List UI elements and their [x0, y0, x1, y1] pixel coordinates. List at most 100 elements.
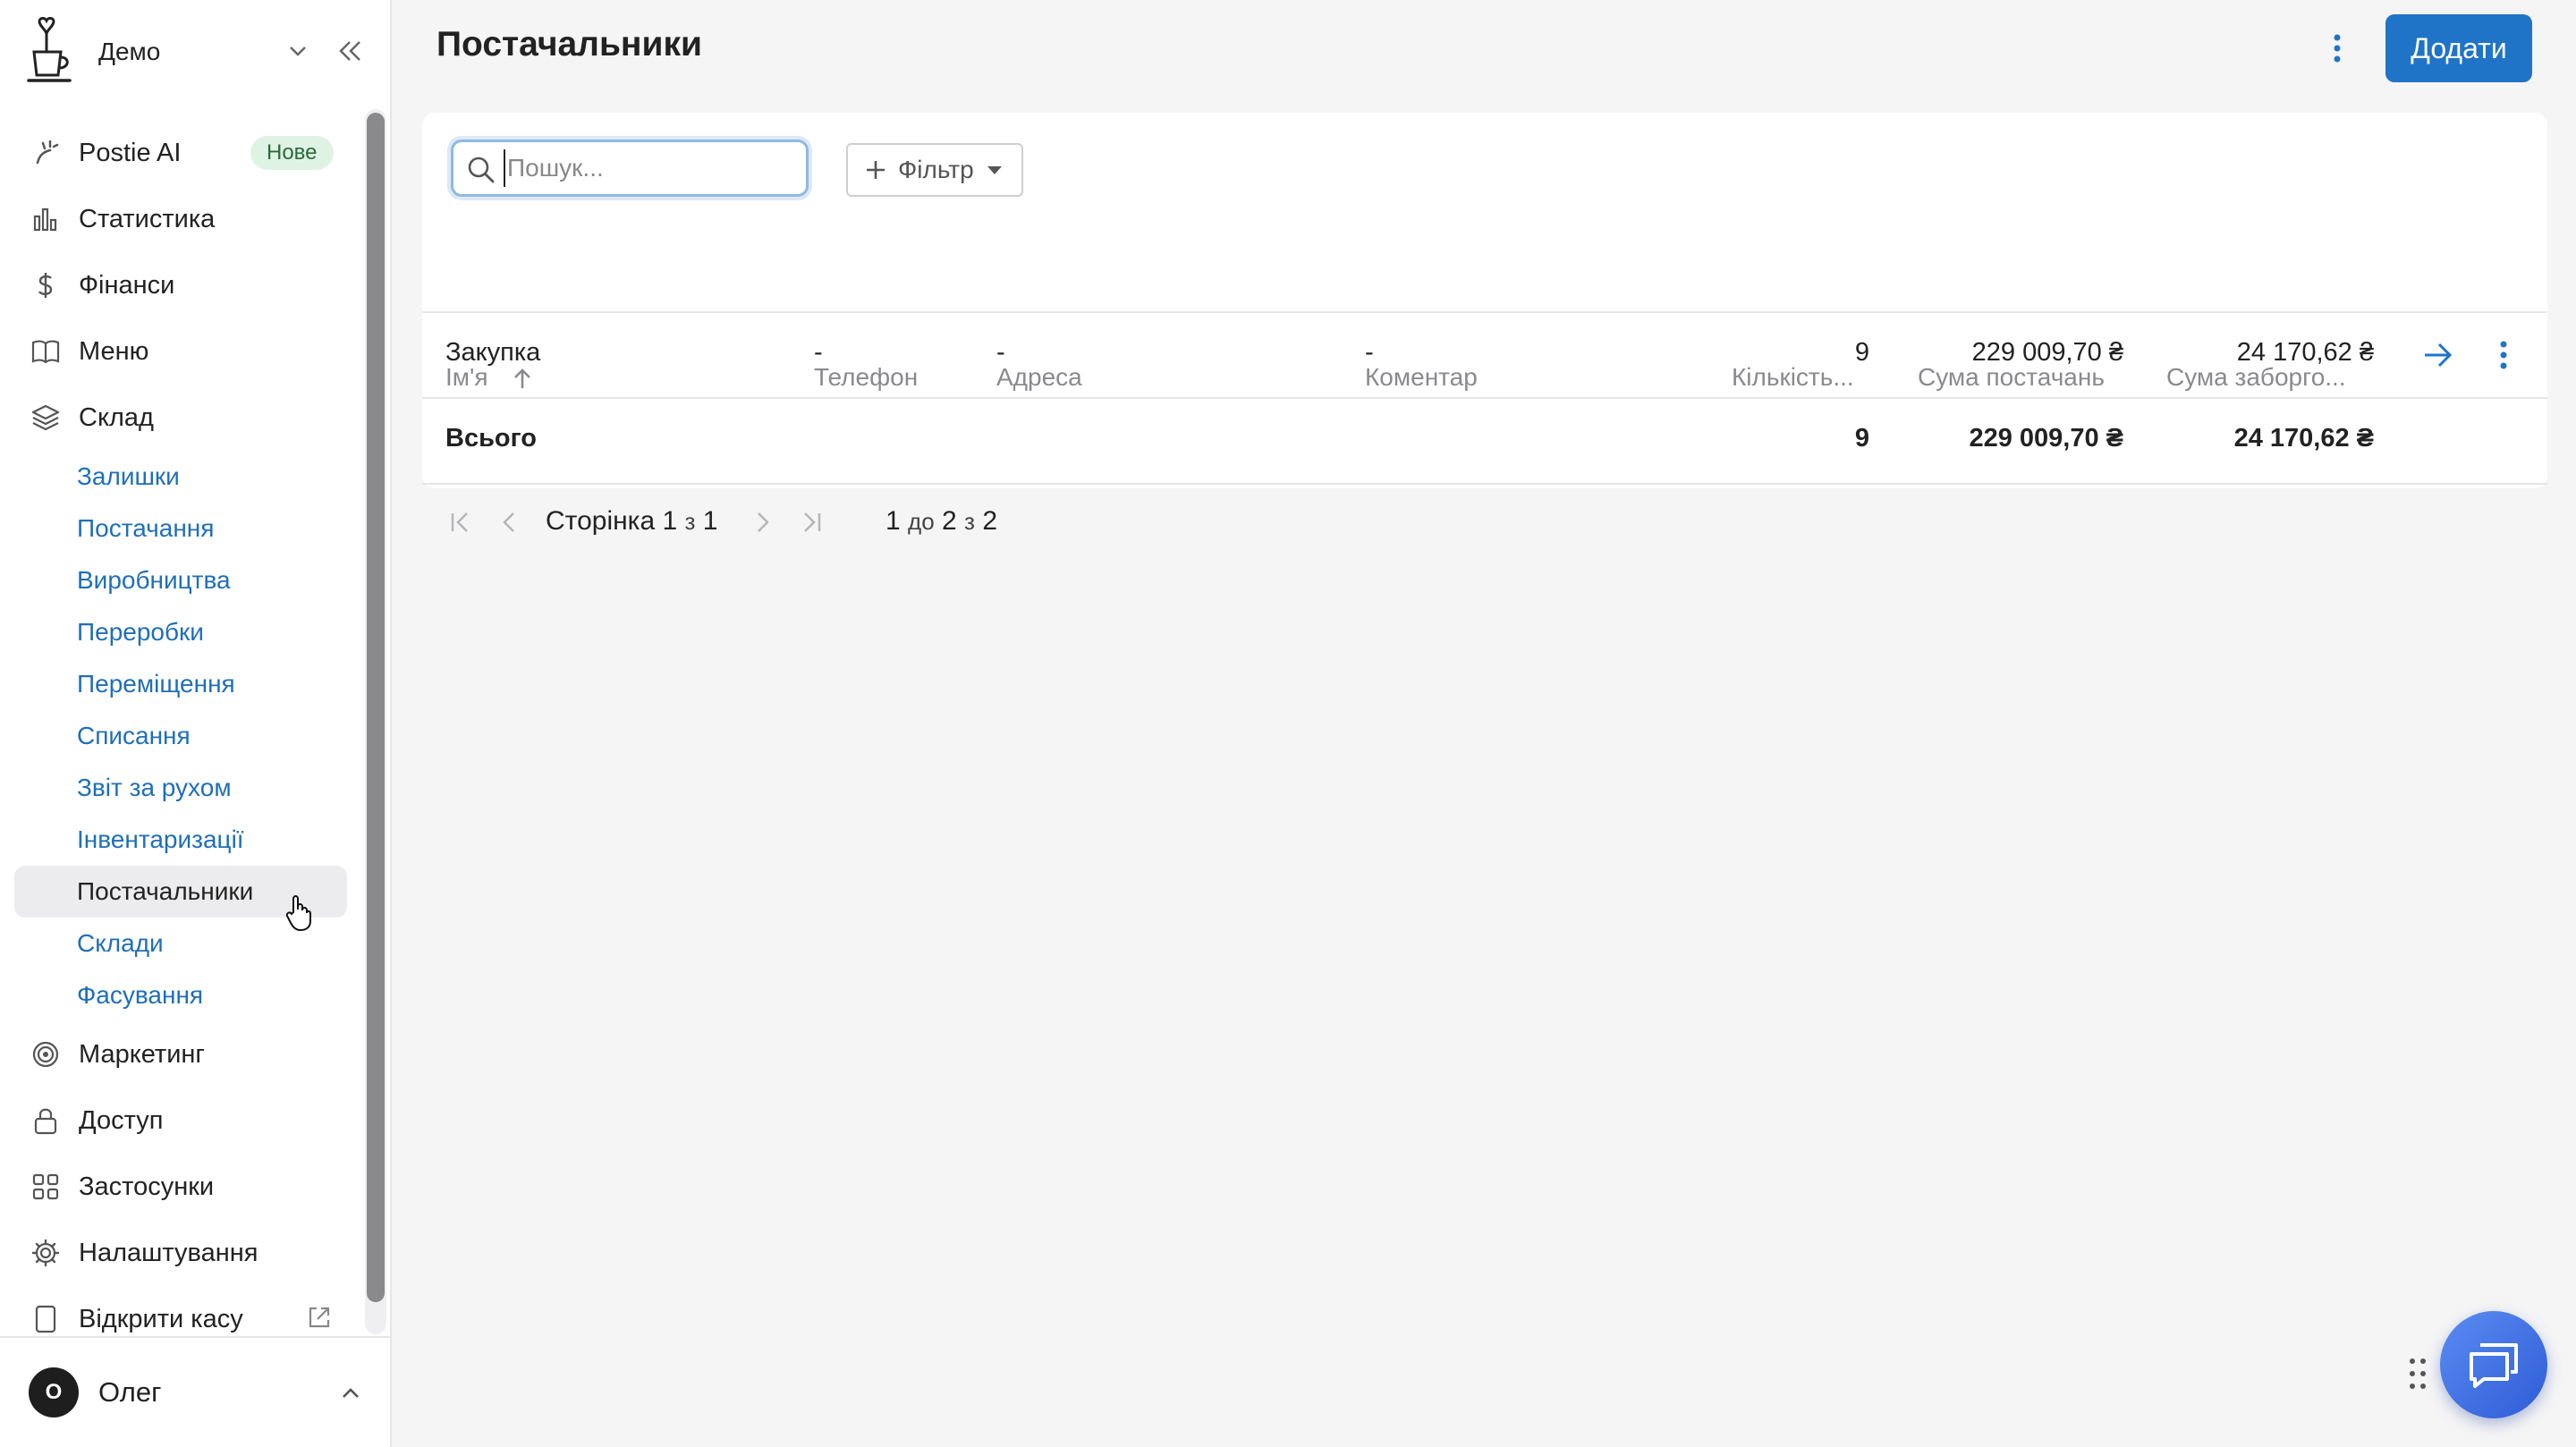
subnav-item-processing[interactable]: Переробки [14, 606, 347, 658]
page-current: 1 [662, 506, 678, 536]
nav-label: Postie AI [79, 138, 182, 167]
last-page-icon[interactable] [800, 508, 825, 537]
sidebar-scrollbar-thumb[interactable] [367, 113, 385, 1302]
filter-button[interactable]: Фільтр [846, 143, 1023, 197]
range-to: 2 [942, 506, 957, 536]
range-of-word: з [964, 508, 975, 535]
caret-down-icon [987, 166, 1002, 174]
nav-label: Налаштування [79, 1238, 258, 1267]
dollar-icon [38, 273, 53, 298]
search-input[interactable] [504, 149, 790, 187]
lock-icon [34, 1108, 57, 1135]
suppliers-card: Фільтр Ім'я Телефон Адреса Коментар Кіль… [422, 113, 2547, 488]
drag-handle-icon[interactable] [2406, 1356, 2429, 1392]
search-box[interactable] [451, 140, 809, 197]
new-badge: Нове [250, 136, 334, 170]
nav-label: Статистика [79, 204, 216, 233]
cell-address: - [996, 338, 1005, 367]
brand-switcher[interactable]: Демо [27, 16, 376, 88]
total-count: 9 [1854, 424, 1869, 453]
subnav-item-productions[interactable]: Виробництва [14, 554, 347, 606]
book-icon [31, 340, 60, 364]
col-header-comment[interactable]: Коментар [1365, 363, 1478, 392]
chat-button[interactable] [2440, 1311, 2547, 1418]
total-label: Всього [445, 424, 538, 453]
user-name: Олег [98, 1376, 162, 1408]
nav-label: Застосунки [79, 1172, 215, 1201]
sidebar: Демо Postie AI Нове Статистика Фінанси М… [0, 0, 392, 1447]
cell-debt-sum: 24 170,62 ₴ [2236, 338, 2374, 367]
target-icon [32, 1041, 59, 1068]
user-menu[interactable]: О Олег [0, 1336, 392, 1447]
subnav-item-stock[interactable]: Залишки [14, 451, 347, 503]
nav-item-marketing[interactable]: Маркетинг [14, 1021, 347, 1087]
first-page-icon[interactable] [447, 508, 472, 537]
range-total: 2 [982, 506, 997, 536]
search-icon [468, 157, 495, 183]
add-button[interactable]: Додати [2385, 14, 2532, 82]
external-link-icon [309, 1307, 330, 1328]
more-vertical-icon[interactable] [2324, 30, 2351, 66]
nav-label: Фінанси [79, 270, 175, 300]
subnav-item-transfers[interactable]: Переміщення [14, 658, 347, 710]
arrow-right-icon[interactable] [2422, 340, 2454, 370]
row-divider [422, 311, 2547, 313]
nav-item-menu[interactable]: Меню [14, 318, 347, 385]
nav-item-postie-ai[interactable]: Postie AI Нове [14, 120, 347, 186]
cell-phone: - [814, 338, 823, 367]
nav-item-finance[interactable]: Фінанси [14, 252, 347, 318]
warehouse-subnav: Залишки Постачання Виробництва Переробки… [14, 451, 347, 1021]
page-indicator: Сторінка 1 з 1 [546, 506, 717, 537]
nav-label: Відкрити касу [79, 1304, 243, 1333]
subnav-item-movement-report[interactable]: Звіт за рухом [14, 762, 347, 814]
sort-ascending-icon[interactable] [510, 367, 535, 392]
brand-name: Демо [98, 38, 161, 65]
chevron-down-icon[interactable] [286, 39, 309, 63]
row-divider [422, 483, 2547, 485]
prev-page-icon[interactable] [497, 508, 522, 537]
main-nav: Postie AI Нове Статистика Фінанси Меню С… [14, 120, 347, 1352]
bar-chart-icon [33, 207, 57, 232]
filter-label: Фільтр [898, 156, 974, 183]
page-total: 1 [702, 506, 718, 536]
subnav-item-inventories[interactable]: Інвентаризації [14, 814, 347, 866]
chevron-up-icon[interactable] [338, 1381, 363, 1406]
subnav-item-supplies[interactable]: Постачання [14, 503, 347, 554]
range-to-word: до [908, 508, 935, 535]
page-title: Постачальники [436, 25, 702, 63]
range-indicator: 1 до 2 з 2 [886, 506, 997, 537]
hand-cursor-icon [285, 895, 311, 932]
cell-comment: - [1365, 338, 1374, 367]
nav-label: Меню [79, 336, 149, 366]
cell-count: 9 [1854, 338, 1869, 367]
gear-icon [31, 1239, 60, 1267]
layers-icon [31, 404, 60, 431]
range-from: 1 [886, 506, 901, 536]
next-page-icon[interactable] [750, 508, 775, 537]
cell-name: Закупка [445, 338, 541, 367]
nav-item-warehouse[interactable]: Склад [14, 385, 347, 451]
nav-item-apps[interactable]: Застосунки [14, 1154, 347, 1220]
nav-label: Маркетинг [79, 1039, 205, 1069]
subnav-item-writeoffs[interactable]: Списання [14, 710, 347, 762]
collapse-sidebar-icon[interactable] [335, 36, 365, 66]
page-word: Сторінка [546, 506, 656, 536]
subnav-item-packaging[interactable]: Фасування [14, 969, 347, 1021]
chat-bubble-icon [2470, 1343, 2518, 1388]
tablet-icon [35, 1305, 56, 1333]
total-debt-sum: 24 170,62 ₴ [2233, 424, 2374, 453]
coffee-cup-logo-icon [27, 17, 72, 82]
row-divider [422, 397, 2547, 399]
nav-item-access[interactable]: Доступ [14, 1087, 347, 1154]
row-more-vertical-icon[interactable] [2492, 338, 2515, 372]
avatar: О [29, 1367, 79, 1417]
col-header-address[interactable]: Адреса [996, 363, 1082, 392]
cell-supply-sum: 229 009,70 ₴ [1971, 338, 2123, 367]
nav-item-statistics[interactable]: Статистика [14, 186, 347, 252]
plus-icon [867, 161, 885, 179]
nav-label: Доступ [79, 1105, 164, 1135]
col-header-phone[interactable]: Телефон [814, 363, 918, 392]
nav-item-settings[interactable]: Налаштування [14, 1220, 347, 1286]
page-of-word: з [684, 508, 696, 535]
nav-label: Склад [79, 402, 154, 432]
